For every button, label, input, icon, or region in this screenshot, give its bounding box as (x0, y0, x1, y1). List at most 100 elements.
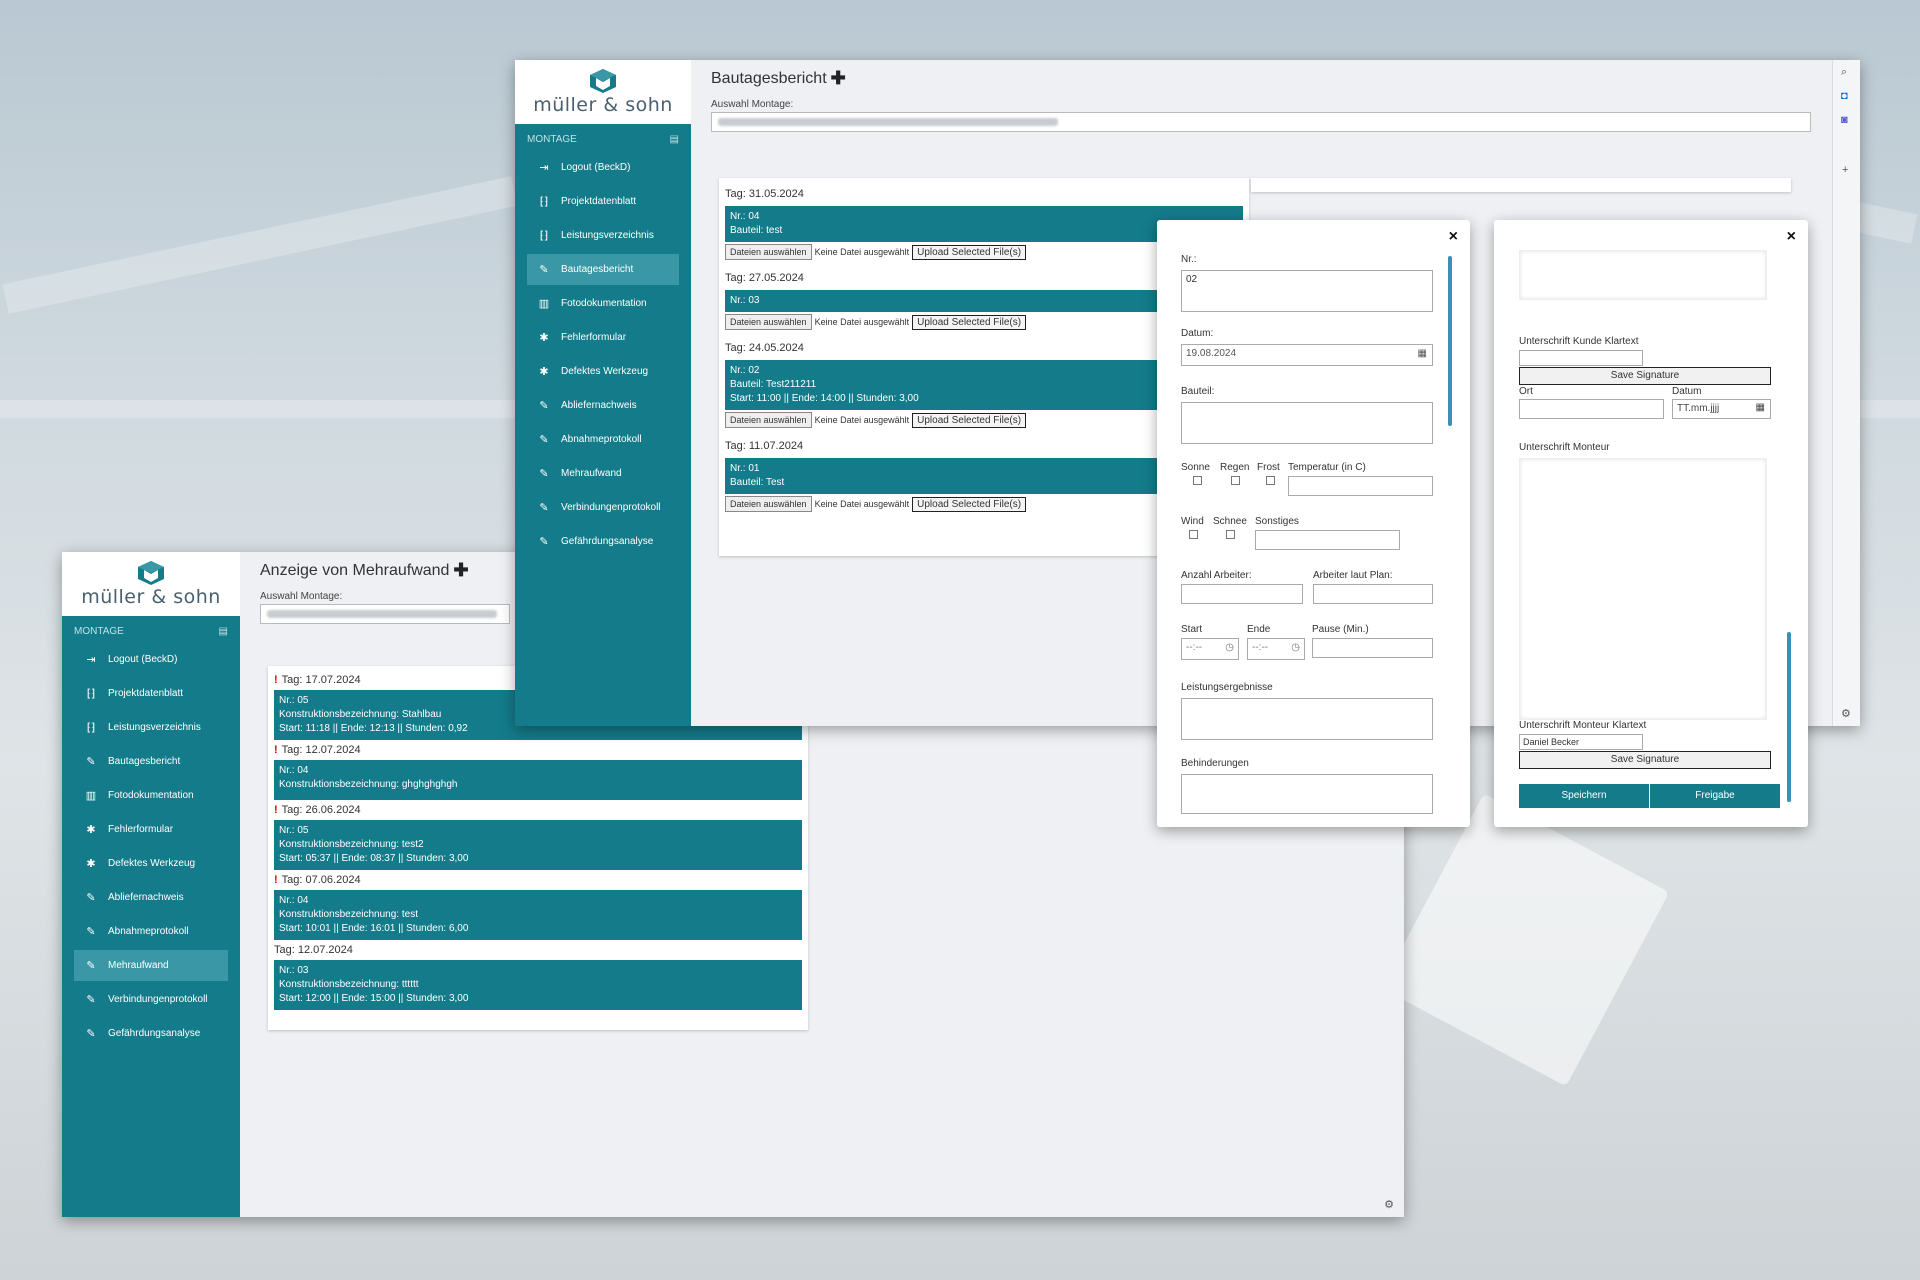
speichern-button[interactable]: Speichern (1519, 784, 1649, 808)
datum-input[interactable]: 19.08.2024 ▦ (1181, 344, 1433, 366)
sidebar-item-defektes-werkzeug[interactable]: ✱ Defektes Werkzeug (74, 848, 228, 879)
upload-files-button[interactable]: Upload Selected File(s) (912, 496, 1027, 512)
close-icon[interactable]: × (1787, 228, 1796, 246)
upload-files-button[interactable]: Upload Selected File(s) (912, 314, 1027, 330)
sidebar-item-verbindungenprotokoll[interactable]: ✎ Verbindungenprotokoll (527, 492, 679, 523)
behinderungen-input[interactable] (1181, 774, 1433, 814)
sidebar-item-fotodokumentation[interactable]: ▥ Fotodokumentation (74, 780, 228, 811)
brand-logo: müller & sohn (515, 60, 691, 124)
list-item[interactable]: Nr.: 04 Konstruktionsbezeichnung: test Sta… (274, 890, 802, 940)
kunde-signature-pad[interactable] (1519, 250, 1767, 300)
choose-files-button[interactable]: Dateien auswählen (725, 496, 812, 512)
choose-files-button[interactable]: Dateien auswählen (725, 244, 812, 260)
schnee-checkbox[interactable] (1226, 530, 1235, 539)
montage-select[interactable] (260, 604, 510, 624)
outlook-icon[interactable]: ◘ (1841, 90, 1848, 102)
bracket-icon: ⁅⁆ (86, 722, 96, 734)
calendar-icon[interactable]: ▦ (1418, 348, 1427, 359)
leistungsergebnisse-input[interactable] (1181, 698, 1433, 740)
upload-files-button[interactable]: Upload Selected File(s) (912, 244, 1027, 260)
add-plus-icon[interactable]: ✚ (831, 68, 846, 89)
nr-input[interactable]: 02 (1181, 270, 1433, 312)
sidebar-item-verbindungenprotokoll[interactable]: ✎ Verbindungenprotokoll (74, 984, 228, 1015)
sidebar-item-gefährdungsanalyse[interactable]: ✎ Gefährdungsanalyse (527, 526, 679, 557)
calendar-icon[interactable]: ▦ (1756, 402, 1765, 413)
sidebar-item-fehlerformular[interactable]: ✱ Fehlerformular (74, 814, 228, 845)
monteur-klartext-label: Unterschrift Monteur Klartext (1519, 720, 1647, 731)
document-icon[interactable]: ▤ (670, 134, 679, 145)
list-item[interactable]: Nr.: 04 Konstruktionsbezeichnung: ghghghg… (274, 760, 802, 800)
sidebar-item-abnahmeprotokoll[interactable]: ✎ Abnahmeprotokoll (74, 916, 228, 947)
sonne-checkbox[interactable] (1193, 476, 1202, 485)
add-icon[interactable]: + (1842, 164, 1848, 176)
sidebar-item-fehlerformular[interactable]: ✱ Fehlerformular (527, 322, 679, 353)
settings-gear-icon[interactable]: ⚙ (1384, 1198, 1394, 1211)
arbeiter-plan-input[interactable] (1313, 584, 1433, 604)
sidebar-item-abliefernachweis[interactable]: ✎ Abliefernachweis (527, 390, 679, 421)
frost-checkbox[interactable] (1266, 476, 1275, 485)
signature-dialog: × Unterschrift Kunde Klartext Save Signa… (1494, 220, 1808, 827)
sidebar-item-label: Fotodokumentation (561, 298, 647, 309)
search-icon[interactable]: ⌕ (1841, 66, 1847, 79)
bug-icon: ✱ (539, 366, 549, 378)
day-label: Tag: 07.06.2024 (281, 874, 361, 886)
save-signature-button[interactable]: Save Signature (1519, 367, 1771, 385)
page-title: Bautagesbericht ✚ (691, 60, 1860, 89)
wind-checkbox[interactable] (1189, 530, 1198, 539)
sidebar-item-mehraufwand[interactable]: ✎ Mehraufwand (527, 458, 679, 489)
sidebar-item-bautagesbericht[interactable]: ✎ Bautagesbericht (527, 254, 679, 285)
arbeiter-label: Anzahl Arbeiter: (1181, 570, 1252, 581)
sidebar-item-leistungsverzeichnis[interactable]: ⁅⁆ Leistungsverzeichnis (527, 220, 679, 251)
warning-icon: ! (274, 744, 278, 756)
montage-select[interactable] (711, 112, 1811, 132)
regen-checkbox[interactable] (1231, 476, 1240, 485)
sidebar-item-defektes-werkzeug[interactable]: ✱ Defektes Werkzeug (527, 356, 679, 387)
datum-input[interactable]: TT.mm.jjjj ▦ (1672, 399, 1771, 419)
settings-gear-icon[interactable]: ⚙ (1841, 707, 1851, 720)
arbeiter-input[interactable] (1181, 584, 1303, 604)
sidebar-item-fotodokumentation[interactable]: ▥ Fotodokumentation (527, 288, 679, 319)
sidebar-item-logout-beckd[interactable]: ⇥ Logout (BeckD) (527, 152, 679, 183)
scrollbar[interactable] (1787, 632, 1791, 802)
kunde-klartext-input[interactable] (1519, 350, 1643, 366)
sidebar-item-logout-beckd[interactable]: ⇥ Logout (BeckD) (74, 644, 228, 675)
freigabe-button[interactable]: Freigabe (1650, 784, 1780, 808)
sidebar-item-leistungsverzeichnis[interactable]: ⁅⁆ Leistungsverzeichnis (74, 712, 228, 743)
sidebar-item-bautagesbericht[interactable]: ✎ Bautagesbericht (74, 746, 228, 777)
choose-files-button[interactable]: Dateien auswählen (725, 314, 812, 330)
sidebar-item-label: Verbindungenprotokoll (561, 502, 661, 513)
save-monteur-signature-button[interactable]: Save Signature (1519, 751, 1771, 769)
clock-icon[interactable]: ◷ (1291, 642, 1300, 653)
temperatur-input[interactable] (1288, 476, 1433, 496)
sidebar-item-mehraufwand[interactable]: ✎ Mehraufwand (74, 950, 228, 981)
ort-input[interactable] (1519, 399, 1664, 419)
teams-icon[interactable]: ◙ (1841, 114, 1848, 126)
close-icon[interactable]: × (1449, 228, 1458, 246)
bauteil-input[interactable] (1181, 402, 1433, 444)
document-icon[interactable]: ▤ (219, 626, 228, 637)
monteur-klartext-input[interactable]: Daniel Becker (1519, 734, 1643, 750)
cube-logo-icon (138, 561, 164, 585)
scrollbar[interactable] (1448, 256, 1452, 426)
sidebar-item-abliefernachweis[interactable]: ✎ Abliefernachweis (74, 882, 228, 913)
list-item[interactable]: Nr.: 05 Konstruktionsbezeichnung: test2 St… (274, 820, 802, 870)
sidebar-item-label: Leistungsverzeichnis (108, 722, 201, 733)
sidebar-item-gefährdungsanalyse[interactable]: ✎ Gefährdungsanalyse (74, 1018, 228, 1049)
montage-select-label: Auswahl Montage: (711, 99, 794, 110)
choose-files-button[interactable]: Dateien auswählen (725, 412, 812, 428)
list-item[interactable]: Nr.: 03 Konstruktionsbezeichnung: tttttt S… (274, 960, 802, 1010)
frost-label: Frost (1257, 462, 1280, 473)
pause-input[interactable] (1312, 638, 1433, 658)
sonstiges-input[interactable] (1255, 530, 1400, 550)
clock-icon[interactable]: ◷ (1225, 642, 1234, 653)
sidebar-item-abnahmeprotokoll[interactable]: ✎ Abnahmeprotokoll (527, 424, 679, 455)
start-time-input[interactable]: --:-- ◷ (1181, 638, 1239, 660)
ende-time-input[interactable]: --:-- ◷ (1247, 638, 1305, 660)
upload-files-button[interactable]: Upload Selected File(s) (912, 412, 1027, 428)
pencil-icon: ✎ (86, 756, 96, 768)
sidebar-item-projektdatenblatt[interactable]: ⁅⁆ Projektdatenblatt (527, 186, 679, 217)
add-plus-icon[interactable]: ✚ (453, 560, 468, 581)
sidebar-item-projektdatenblatt[interactable]: ⁅⁆ Projektdatenblatt (74, 678, 228, 709)
entry-time: Start: 05:37 || Ende: 08:37 || Stunden: … (279, 853, 469, 864)
monteur-signature-pad[interactable] (1519, 458, 1767, 720)
